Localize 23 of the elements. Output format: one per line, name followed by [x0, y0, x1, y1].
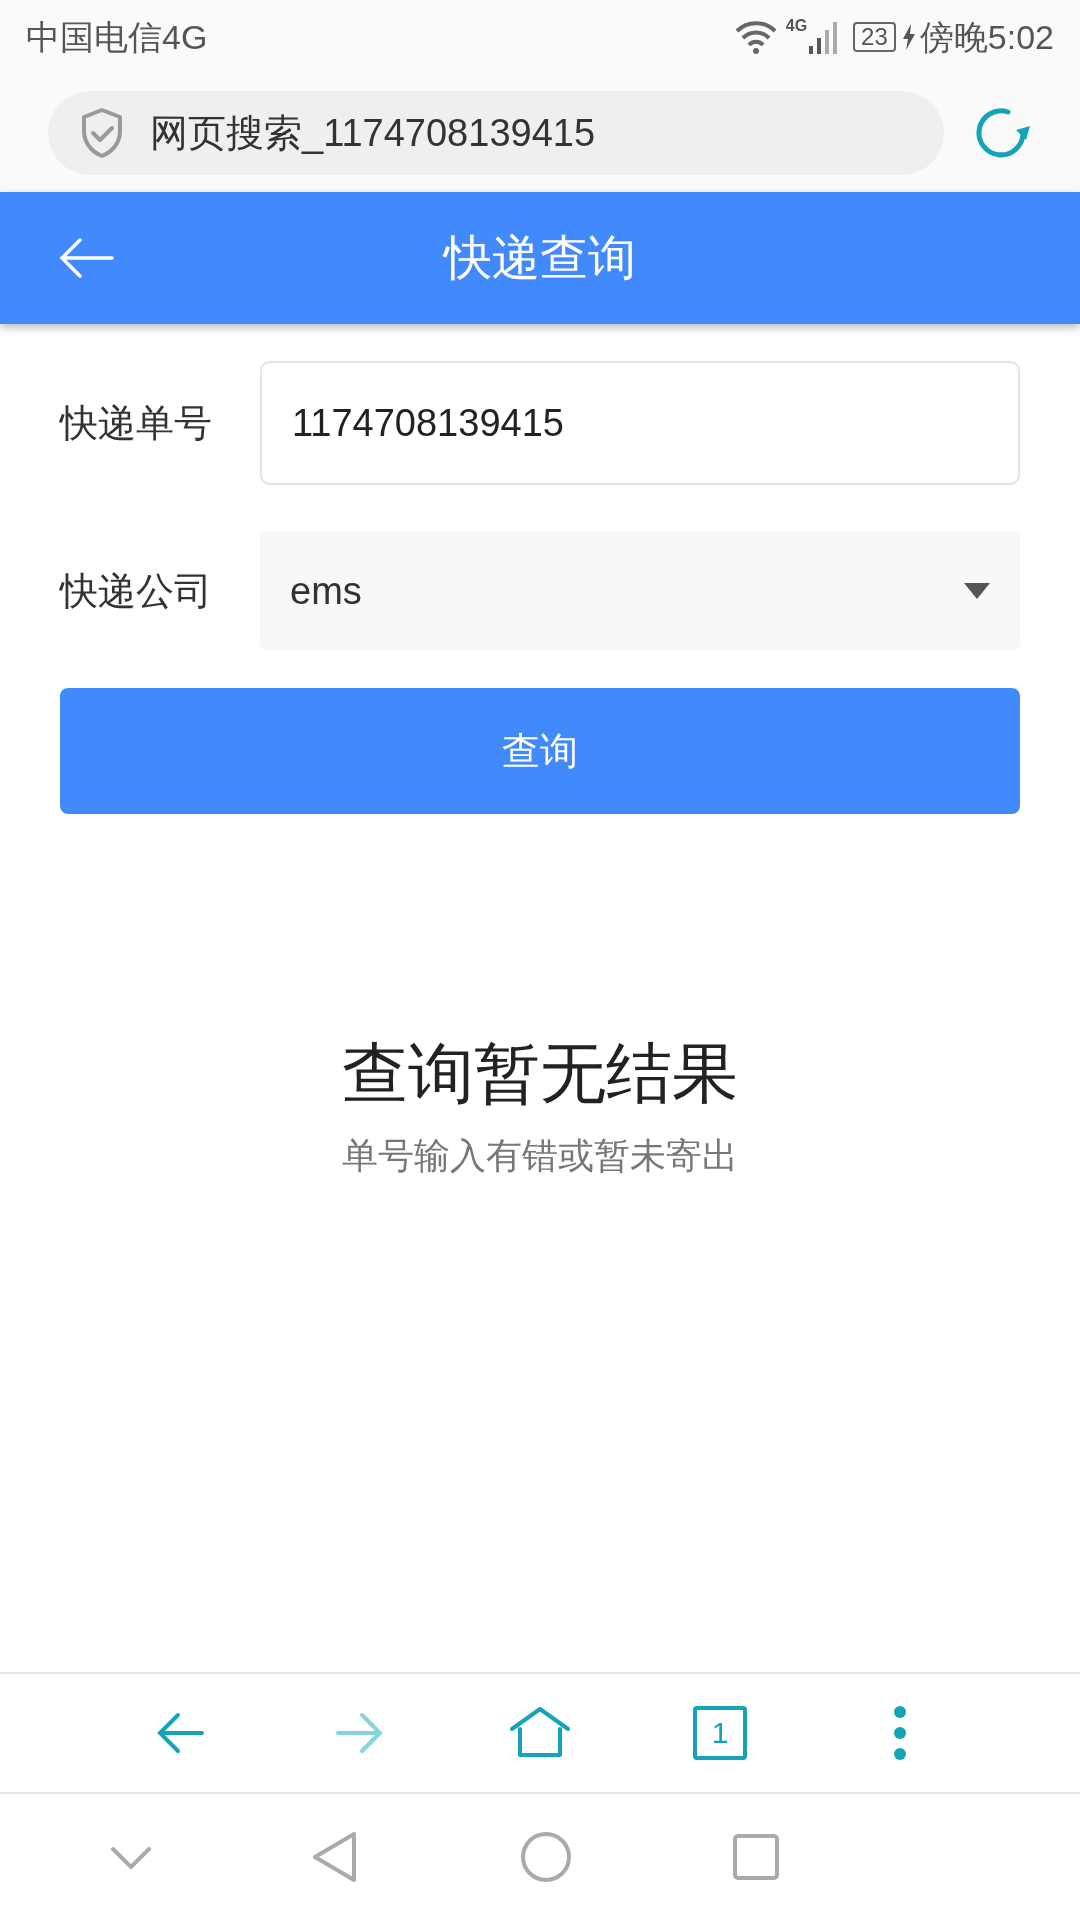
- clock-text: 傍晚5:02: [919, 16, 1054, 58]
- triangle-back-icon[interactable]: [312, 1831, 359, 1883]
- more-menu-icon[interactable]: [893, 1705, 907, 1761]
- address-text: 网页搜索_1174708139415: [150, 110, 596, 156]
- no-result-title: 查询暂无结果: [342, 1035, 738, 1112]
- no-result-hint: 单号输入有错或暂未寄出: [342, 1134, 738, 1178]
- back-arrow-icon[interactable]: [58, 238, 114, 278]
- address-bar[interactable]: 网页搜索_1174708139415: [48, 91, 944, 175]
- circle-home-icon[interactable]: [519, 1831, 572, 1883]
- wifi-icon: [733, 19, 778, 55]
- field-label: 快递公司: [60, 568, 213, 614]
- square-recents-icon[interactable]: [733, 1834, 780, 1880]
- network-type-text: 4G: [785, 16, 808, 36]
- courier-dropdown[interactable]: ems: [260, 531, 1020, 651]
- battery-indicator: 23: [853, 22, 896, 52]
- shield-check-icon: [80, 107, 124, 159]
- dropdown-caret-icon: [964, 583, 990, 599]
- signal-icon: [809, 20, 840, 54]
- chevron-down-icon[interactable]: [110, 1845, 151, 1869]
- field-label: 快递单号: [60, 400, 213, 446]
- carrier-text: 中国电信4G: [26, 16, 208, 58]
- tracking-number-field[interactable]: 1174708139415: [260, 361, 1020, 485]
- page-title: 快递查询: [444, 230, 636, 286]
